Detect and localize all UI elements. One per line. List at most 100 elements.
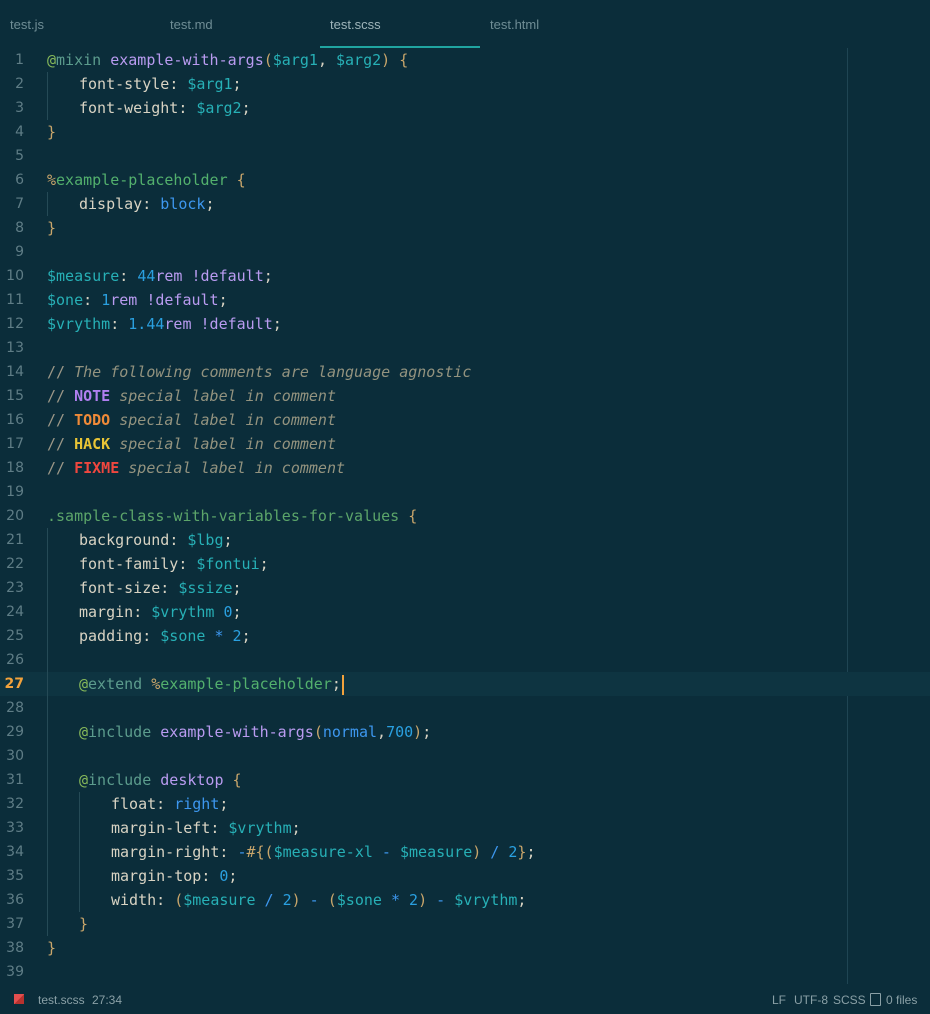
code-line[interactable]: 37} (0, 912, 930, 936)
code-line[interactable]: 24 margin: $vrythm 0; (0, 600, 930, 624)
code-token: / (255, 891, 283, 909)
code-token: extend (88, 675, 152, 693)
line-number[interactable]: 2 (0, 72, 24, 96)
tab-test-js[interactable]: test.js (0, 0, 160, 48)
status-git-files[interactable]: 0 files (870, 993, 917, 1007)
code-line[interactable]: 28 (0, 696, 930, 720)
line-number[interactable]: 22 (0, 552, 24, 576)
line-number[interactable]: 8 (0, 216, 24, 240)
code-text: // TODO special label in comment (47, 408, 336, 432)
indent-guide (47, 648, 48, 672)
line-number[interactable]: 1 (0, 48, 24, 72)
code-token: $measure-xl (273, 843, 373, 861)
line-number[interactable]: 27 (0, 672, 24, 696)
status-encoding[interactable]: UTF-8 (794, 993, 828, 1007)
line-number[interactable]: 31 (0, 768, 24, 792)
line-number[interactable]: 23 (0, 576, 24, 600)
code-line[interactable]: 12 $vrythm: 1.44rem !default; (0, 312, 930, 336)
code-line[interactable]: 23 font-size: $ssize; (0, 576, 930, 600)
code-line[interactable]: 33 margin-left: $vrythm; (0, 816, 930, 840)
line-number[interactable]: 36 (0, 888, 24, 912)
line-number[interactable]: 38 (0, 936, 24, 960)
tab-test-md[interactable]: test.md (160, 0, 320, 48)
code-line[interactable]: 7 display: block; (0, 192, 930, 216)
code-line[interactable]: 4} (0, 120, 930, 144)
line-number[interactable]: 9 (0, 240, 24, 264)
code-line[interactable]: 9 (0, 240, 930, 264)
line-number[interactable]: 3 (0, 96, 24, 120)
code-line[interactable]: 30 (0, 744, 930, 768)
tab-test-html[interactable]: test.html (480, 0, 640, 48)
status-filename[interactable]: test.scss (38, 993, 85, 1007)
status-cursor-position[interactable]: 27:34 (92, 993, 122, 1007)
code-line[interactable]: 34 margin-right: -#{($measure-xl - $measu… (0, 840, 930, 864)
code-token: : (156, 891, 175, 909)
line-number[interactable]: 14 (0, 360, 24, 384)
line-number[interactable]: 35 (0, 864, 24, 888)
code-line[interactable]: 35 margin-top: 0; (0, 864, 930, 888)
line-number[interactable]: 24 (0, 600, 24, 624)
line-number[interactable]: 10 (0, 264, 24, 288)
code-line[interactable]: 29 @include example-with-args(normal,700)… (0, 720, 930, 744)
code-line[interactable]: 18 // FIXME special label in comment (0, 456, 930, 480)
line-number[interactable]: 29 (0, 720, 24, 744)
code-line[interactable]: 19 (0, 480, 930, 504)
line-number[interactable]: 11 (0, 288, 24, 312)
code-line[interactable]: 5 (0, 144, 930, 168)
line-number[interactable]: 32 (0, 792, 24, 816)
code-line[interactable]: 39 (0, 960, 930, 984)
line-number[interactable]: 5 (0, 144, 24, 168)
code-editor[interactable]: 1 @mixin example-with-args($arg1, $arg2) … (0, 48, 930, 984)
code-line[interactable]: 6 %example-placeholder { (0, 168, 930, 192)
line-number[interactable]: 39 (0, 960, 24, 984)
status-line-ending[interactable]: LF (772, 993, 786, 1007)
code-line[interactable]: 20 .sample-class-with-variables-for-value… (0, 504, 930, 528)
code-line[interactable]: 22 font-family: $fontui; (0, 552, 930, 576)
code-line[interactable]: 32 float: right; (0, 792, 930, 816)
code-line[interactable]: 13 (0, 336, 930, 360)
code-line[interactable]: 2 font-style: $arg1; (0, 72, 930, 96)
code-line[interactable]: 1 @mixin example-with-args($arg1, $arg2) … (0, 48, 930, 72)
line-number[interactable]: 13 (0, 336, 24, 360)
code-line[interactable]: 14 // The following comments are language… (0, 360, 930, 384)
code-line[interactable]: 27 @extend %example-placeholder; (0, 672, 930, 696)
line-number[interactable]: 7 (0, 192, 24, 216)
code-line[interactable]: 3 font-weight: $arg2; (0, 96, 930, 120)
code-line[interactable]: 16 // TODO special label in comment (0, 408, 930, 432)
line-number[interactable]: 17 (0, 432, 24, 456)
code-line[interactable]: 38} (0, 936, 930, 960)
code-line[interactable]: 31 @include desktop { (0, 768, 930, 792)
code-token: 2 (409, 891, 419, 909)
line-number[interactable]: 4 (0, 120, 24, 144)
line-number[interactable]: 6 (0, 168, 24, 192)
line-number[interactable]: 34 (0, 840, 24, 864)
tab-test-scss[interactable]: test.scss (320, 0, 480, 48)
status-grammar[interactable]: SCSS (833, 993, 866, 1007)
code-line[interactable]: 8} (0, 216, 930, 240)
indent-guide (47, 192, 48, 216)
line-number[interactable]: 25 (0, 624, 24, 648)
line-number[interactable]: 21 (0, 528, 24, 552)
code-line[interactable]: 21 background: $lbg; (0, 528, 930, 552)
line-number[interactable]: 19 (0, 480, 24, 504)
line-number[interactable]: 28 (0, 696, 24, 720)
line-number[interactable]: 37 (0, 912, 24, 936)
status-error-icon[interactable] (14, 994, 24, 1004)
code-line[interactable]: 36 width: ($measure / 2) - ($sone * 2) - … (0, 888, 930, 912)
line-number[interactable]: 20 (0, 504, 24, 528)
code-line[interactable]: 11 $one: 1rem !default; (0, 288, 930, 312)
code-line[interactable]: 26 (0, 648, 930, 672)
line-number[interactable]: 15 (0, 384, 24, 408)
code-line[interactable]: 17 // HACK special label in comment (0, 432, 930, 456)
line-number[interactable]: 26 (0, 648, 24, 672)
line-number[interactable]: 30 (0, 744, 24, 768)
line-number[interactable]: 16 (0, 408, 24, 432)
line-number[interactable]: 18 (0, 456, 24, 480)
indent-guide (47, 720, 48, 744)
code-line[interactable]: 25 padding: $sone * 2; (0, 624, 930, 648)
code-line[interactable]: 10 $measure: 44rem !default; (0, 264, 930, 288)
line-number[interactable]: 33 (0, 816, 24, 840)
code-token: special label in comment (110, 435, 336, 453)
line-number[interactable]: 12 (0, 312, 24, 336)
code-line[interactable]: 15 // NOTE special label in comment (0, 384, 930, 408)
